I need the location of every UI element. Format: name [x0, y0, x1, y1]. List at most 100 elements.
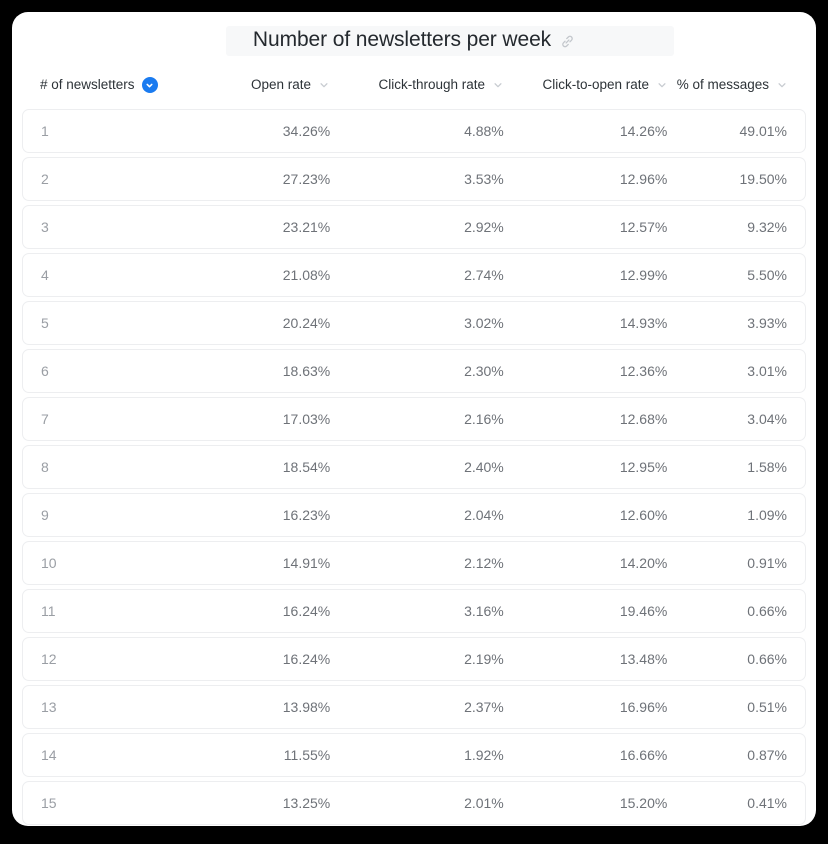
- table-body: 1 34.26% 4.88% 14.26% 49.01% 2 27.23% 3.53% 12.9…: [22, 109, 806, 825]
- cell-click-to-open-rate: 12.95%: [619, 459, 668, 475]
- table-row[interactable]: 10 14.91% 2.12% 14.20% 0.91%: [22, 541, 806, 585]
- cell-pct-messages: 5.50%: [747, 267, 787, 283]
- cell-newsletters: 11: [41, 603, 56, 619]
- chevron-down-icon[interactable]: [776, 79, 788, 91]
- table-row[interactable]: 6 18.63% 2.30% 12.36% 3.01%: [22, 349, 806, 393]
- cell-click-to-open-rate: 19.46%: [619, 603, 668, 619]
- cell-click-to-open-rate: 16.66%: [619, 747, 668, 763]
- cell-newsletters: 9: [41, 507, 49, 523]
- cell-pct-messages: 0.87%: [747, 747, 787, 763]
- column-header-open-rate[interactable]: Open rate: [200, 78, 330, 92]
- column-header-pct-messages[interactable]: % of messages: [668, 78, 806, 92]
- cell-open-rate: 18.54%: [282, 459, 331, 475]
- table-row[interactable]: 2 27.23% 3.53% 12.96% 19.50%: [22, 157, 806, 201]
- cell-newsletters: 10: [41, 555, 57, 571]
- cell-pct-messages: 0.66%: [747, 651, 787, 667]
- cell-click-through-rate: 2.74%: [464, 267, 504, 283]
- cell-open-rate: 16.24%: [282, 651, 331, 667]
- link-icon[interactable]: [560, 34, 575, 49]
- cell-pct-messages: 3.04%: [747, 411, 787, 427]
- cell-click-to-open-rate: 12.96%: [619, 171, 668, 187]
- cell-click-through-rate: 3.16%: [464, 603, 504, 619]
- cell-click-to-open-rate: 12.60%: [619, 507, 668, 523]
- cell-open-rate: 20.24%: [282, 315, 331, 331]
- table-row[interactable]: 4 21.08% 2.74% 12.99% 5.50%: [22, 253, 806, 297]
- cell-open-rate: 23.21%: [282, 219, 331, 235]
- cell-pct-messages: 3.01%: [747, 363, 787, 379]
- cell-newsletters: 2: [41, 171, 49, 187]
- cell-pct-messages: 19.50%: [739, 171, 787, 187]
- cell-click-to-open-rate: 14.20%: [619, 555, 668, 571]
- cell-newsletters: 3: [41, 219, 49, 235]
- cell-newsletters: 7: [41, 411, 49, 427]
- table-row[interactable]: 5 20.24% 3.02% 14.93% 3.93%: [22, 301, 806, 345]
- column-header-newsletters[interactable]: # of newsletters: [22, 77, 200, 93]
- cell-click-through-rate: 2.19%: [464, 651, 504, 667]
- cell-click-through-rate: 2.04%: [464, 507, 504, 523]
- cell-pct-messages: 9.32%: [747, 219, 787, 235]
- cell-click-to-open-rate: 12.36%: [619, 363, 668, 379]
- cell-pct-messages: 0.41%: [747, 795, 787, 811]
- cell-newsletters: 15: [41, 795, 57, 811]
- column-header-label: Click-to-open rate: [542, 77, 649, 93]
- report-card: Number of newsletters per week # of news…: [12, 12, 816, 826]
- table-header-row: # of newsletters Open rate Click-through…: [22, 68, 806, 102]
- cell-open-rate: 18.63%: [282, 363, 331, 379]
- table-row[interactable]: 12 16.24% 2.19% 13.48% 0.66%: [22, 637, 806, 681]
- cell-newsletters: 4: [41, 267, 49, 283]
- cell-open-rate: 13.25%: [282, 795, 331, 811]
- cell-click-to-open-rate: 12.68%: [619, 411, 668, 427]
- column-header-click-through-rate[interactable]: Click-through rate: [330, 78, 504, 92]
- cell-click-through-rate: 2.12%: [464, 555, 504, 571]
- cell-click-through-rate: 3.02%: [464, 315, 504, 331]
- cell-click-through-rate: 2.37%: [464, 699, 504, 715]
- cell-click-through-rate: 2.92%: [464, 219, 504, 235]
- cell-open-rate: 16.23%: [282, 507, 331, 523]
- cell-pct-messages: 0.66%: [747, 603, 787, 619]
- cell-open-rate: 13.98%: [282, 699, 331, 715]
- cell-click-through-rate: 4.88%: [464, 123, 504, 139]
- table-row[interactable]: 1 34.26% 4.88% 14.26% 49.01%: [22, 109, 806, 153]
- cell-newsletters: 6: [41, 363, 49, 379]
- table-row[interactable]: 11 16.24% 3.16% 19.46% 0.66%: [22, 589, 806, 633]
- table-row[interactable]: 14 11.55% 1.92% 16.66% 0.87%: [22, 733, 806, 777]
- cell-click-through-rate: 1.92%: [464, 747, 504, 763]
- table-row[interactable]: 13 13.98% 2.37% 16.96% 0.51%: [22, 685, 806, 729]
- cell-newsletters: 8: [41, 459, 49, 475]
- chevron-down-icon[interactable]: [656, 79, 668, 91]
- table-row[interactable]: 3 23.21% 2.92% 12.57% 9.32%: [22, 205, 806, 249]
- column-header-label: Open rate: [250, 77, 311, 93]
- cell-pct-messages: 3.93%: [747, 315, 787, 331]
- cell-click-to-open-rate: 14.26%: [619, 123, 668, 139]
- table-row[interactable]: 9 16.23% 2.04% 12.60% 1.09%: [22, 493, 806, 537]
- table-row[interactable]: 8 18.54% 2.40% 12.95% 1.58%: [22, 445, 806, 489]
- cell-pct-messages: 0.51%: [747, 699, 787, 715]
- title-group: Number of newsletters per week: [253, 28, 575, 52]
- cell-click-through-rate: 2.40%: [464, 459, 504, 475]
- cell-open-rate: 11.55%: [283, 747, 331, 763]
- cell-newsletters: 1: [41, 123, 49, 139]
- sort-active-chevron-down-icon[interactable]: [141, 77, 158, 93]
- cell-click-to-open-rate: 13.48%: [619, 651, 668, 667]
- cell-click-to-open-rate: 12.57%: [619, 219, 668, 235]
- cell-pct-messages: 49.01%: [739, 123, 787, 139]
- cell-click-to-open-rate: 14.93%: [619, 315, 668, 331]
- cell-click-to-open-rate: 15.20%: [619, 795, 668, 811]
- cell-open-rate: 17.03%: [282, 411, 331, 427]
- column-header-label: # of newsletters: [40, 77, 135, 93]
- cell-open-rate: 34.26%: [282, 123, 331, 139]
- table-row[interactable]: 15 13.25% 2.01% 15.20% 0.41%: [22, 781, 806, 825]
- table-row[interactable]: 7 17.03% 2.16% 12.68% 3.04%: [22, 397, 806, 441]
- page-title: Number of newsletters per week: [252, 28, 552, 51]
- newsletters-table: # of newsletters Open rate Click-through…: [12, 68, 816, 825]
- cell-pct-messages: 0.91%: [747, 555, 787, 571]
- chevron-down-icon[interactable]: [492, 79, 504, 91]
- cell-click-through-rate: 3.53%: [464, 171, 504, 187]
- column-header-click-to-open-rate[interactable]: Click-to-open rate: [504, 78, 668, 92]
- cell-click-to-open-rate: 12.99%: [619, 267, 668, 283]
- report-title-bar: Number of newsletters per week: [12, 12, 816, 68]
- chevron-down-icon[interactable]: [318, 79, 330, 91]
- cell-pct-messages: 1.09%: [747, 507, 787, 523]
- cell-click-through-rate: 2.30%: [464, 363, 504, 379]
- cell-newsletters: 5: [41, 315, 49, 331]
